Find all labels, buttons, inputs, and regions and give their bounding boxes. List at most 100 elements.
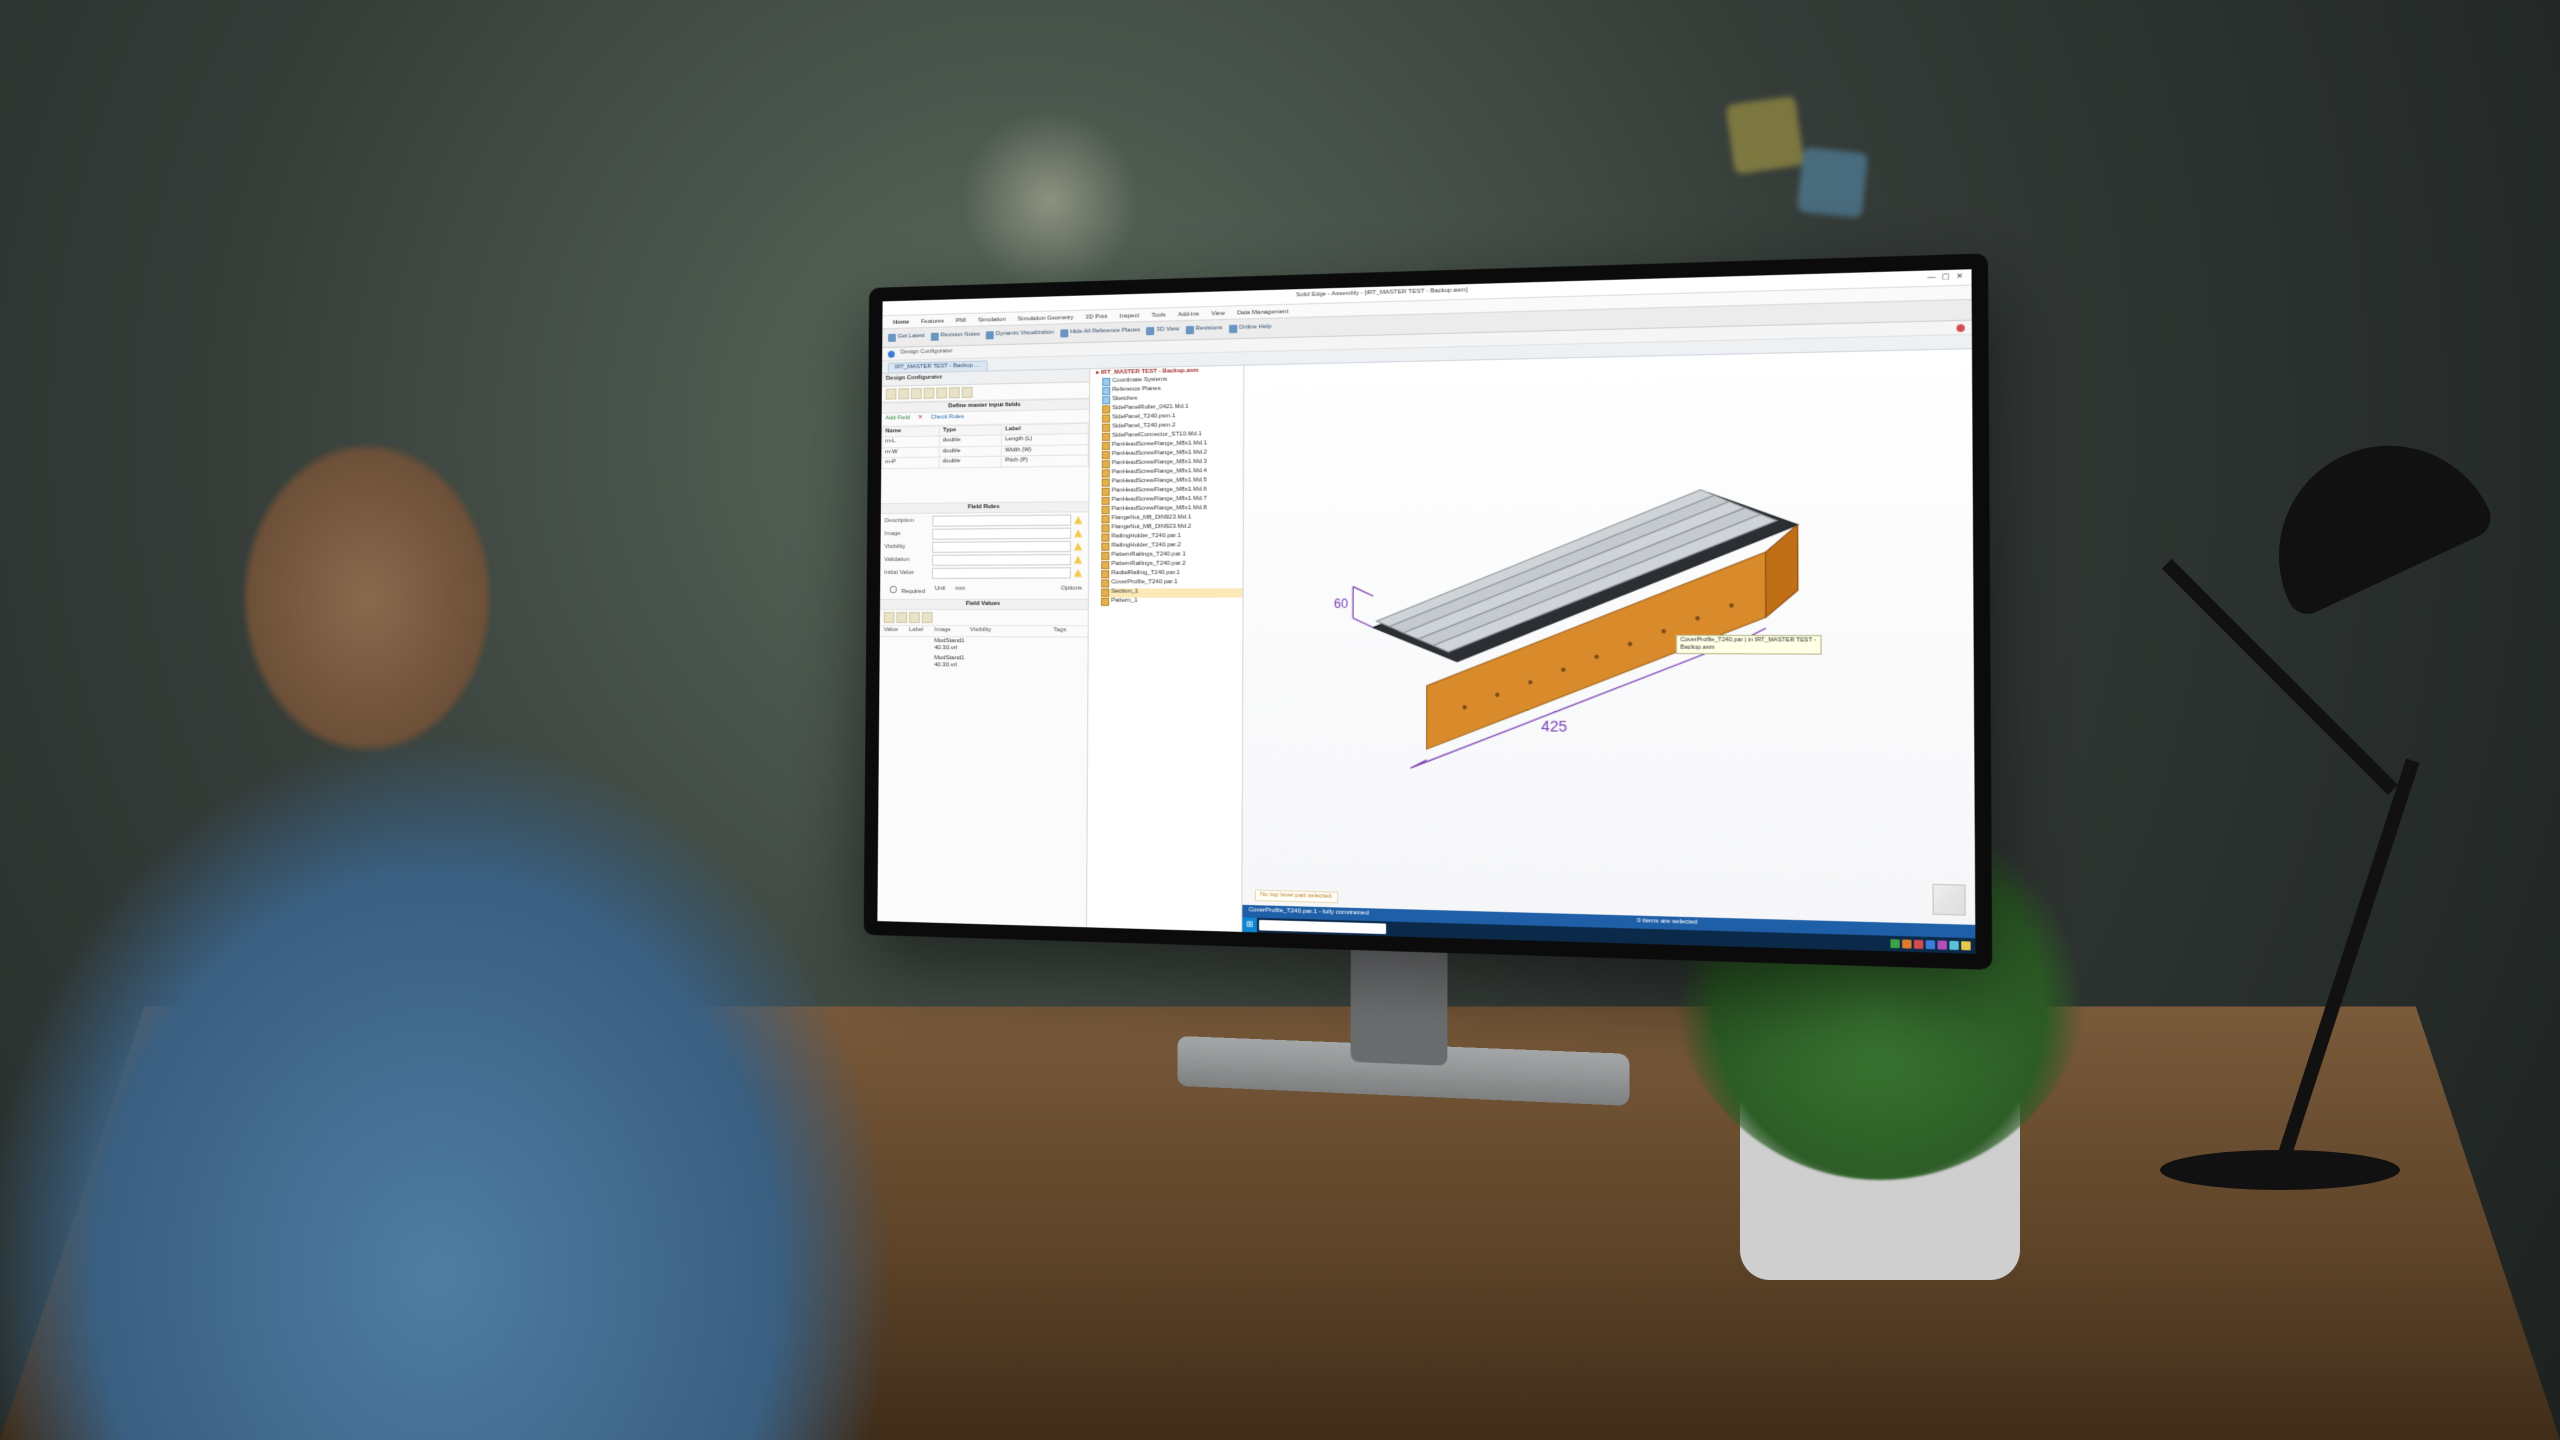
form-label: Visibility (884, 544, 929, 552)
view-cube[interactable] (1932, 884, 1965, 916)
start-button[interactable]: ⊞ (1242, 917, 1257, 932)
design-configurator-panel: Design Configurator Define master input … (877, 369, 1090, 927)
toolbar-button[interactable] (924, 387, 935, 398)
viewport-hint: No top level part selected. (1255, 889, 1339, 903)
warning-icon (1074, 556, 1082, 564)
system-tray[interactable] (1890, 939, 1975, 950)
part-icon (1102, 469, 1110, 477)
toolbar-button[interactable] (949, 387, 960, 398)
toolbar-button[interactable] (936, 387, 947, 398)
ribbon-command[interactable]: Revisions (1185, 325, 1222, 334)
delete-field-button[interactable]: ✕ (918, 415, 923, 423)
form-input[interactable] (932, 528, 1071, 540)
options-label: Options (1061, 586, 1082, 594)
ribbon-command[interactable]: Online Help (1229, 324, 1272, 333)
required-checkbox[interactable] (890, 586, 897, 593)
form-input[interactable] (932, 554, 1071, 566)
toolbar-button[interactable] (896, 612, 907, 623)
part-icon (1102, 414, 1110, 422)
ribbon-tab[interactable]: Inspect (1116, 312, 1142, 322)
tree-part-node[interactable]: Pattern_1 (1101, 597, 1243, 606)
unit-value: mm (955, 586, 965, 594)
toolbar-button[interactable] (884, 612, 895, 623)
tray-icon[interactable] (1961, 941, 1971, 950)
command-icon (1185, 326, 1193, 334)
hover-tooltip: CoverProfile_T240.par | in IRT_MASTER TE… (1676, 635, 1822, 655)
ribbon-command[interactable]: 3D View (1146, 326, 1179, 335)
ribbon-tab[interactable]: 3D Print (1083, 312, 1111, 322)
command-icon (1146, 327, 1154, 335)
tray-icon[interactable] (1949, 941, 1959, 950)
model-tree-panel[interactable]: ▸ IRT_MASTER TEST - Backup.asmCoordinate… (1087, 366, 1244, 932)
warning-icon (1074, 542, 1082, 550)
warning-icon (1074, 516, 1082, 524)
command-icon (888, 334, 896, 342)
tray-icon[interactable] (1890, 939, 1899, 948)
ribbon-tab[interactable]: Home (890, 318, 912, 328)
taskbar-search[interactable] (1259, 920, 1386, 934)
ribbon-command[interactable]: Revision Notes (931, 332, 980, 341)
part-icon (1102, 460, 1110, 468)
warning-icon (1074, 529, 1082, 537)
3d-viewport[interactable]: 60 425 CoverProfile_T240.par | in IRT_MA… (1242, 349, 1975, 954)
tree-part-node[interactable]: Section_1 (1101, 588, 1243, 597)
toolbar-button[interactable] (962, 386, 973, 397)
ribbon-command[interactable]: Get Latest (888, 333, 925, 342)
form-label: Initial Value (884, 570, 929, 578)
part-icon (1102, 451, 1110, 459)
tray-icon[interactable] (1926, 940, 1935, 949)
dimension-width: 60 (1334, 596, 1349, 611)
check-rules-button[interactable]: Check Rules (931, 414, 964, 422)
values-body: ModStand1 40.30.vrlModStand1 40.30.vrl (879, 636, 1087, 671)
ribbon-tab[interactable]: Tools (1148, 311, 1168, 321)
toolbar-button[interactable] (909, 612, 920, 623)
tree-part-node[interactable]: PatternRailings_T240.par.2 (1101, 560, 1242, 570)
tray-icon[interactable] (1914, 940, 1923, 949)
folder-icon (1102, 378, 1110, 386)
part-icon (1102, 424, 1110, 432)
window-maximize-button[interactable]: ▢ (1939, 273, 1953, 283)
part-icon (1101, 570, 1109, 578)
command-icon (986, 331, 994, 339)
tree-part-node[interactable]: CoverProfile_T240.par.1 (1101, 578, 1242, 588)
toolbar-button[interactable] (922, 612, 933, 623)
window-close-button[interactable]: ✕ (1953, 272, 1967, 282)
values-section-header: Field Values (880, 598, 1088, 610)
part-icon (1101, 552, 1109, 560)
fields-table[interactable]: NameTypeLabelm-LdoubleLength (L)m-Wdoubl… (881, 422, 1089, 468)
values-row[interactable]: ModStand1 40.30.vrl (879, 653, 1087, 671)
ribbon-tab[interactable]: Simulation (975, 315, 1009, 325)
command-icon (1060, 329, 1068, 337)
values-row[interactable]: ModStand1 40.30.vrl (880, 636, 1088, 654)
form-input[interactable] (932, 541, 1071, 553)
toolbar-button[interactable] (911, 387, 922, 398)
folder-icon (1102, 396, 1110, 404)
form-input[interactable] (932, 514, 1071, 526)
tray-icon[interactable] (1902, 939, 1911, 948)
ribbon-tab[interactable]: Simulation Geometry (1015, 313, 1077, 324)
toolbar-button[interactable] (886, 388, 897, 399)
rules-form: DescriptionImageVisibilityValidationInit… (880, 512, 1088, 581)
subbar-label: Design Configurator (901, 349, 953, 358)
ribbon-command[interactable]: Dynamic Visualization (986, 330, 1054, 340)
command-icon (931, 333, 939, 341)
ribbon-tab[interactable]: PMI (953, 316, 969, 326)
ribbon-tab[interactable]: Add-Ins (1175, 310, 1202, 320)
ribbon-tab[interactable]: Features (918, 317, 947, 327)
ribbon-tab[interactable]: View (1208, 309, 1228, 319)
part-icon (1102, 478, 1110, 486)
tree-part-node[interactable]: RadialRailing_T240.par.1 (1101, 569, 1242, 579)
add-field-button[interactable]: Add Field (885, 415, 910, 423)
form-label: Image (884, 531, 929, 539)
window-minimize-button[interactable]: — (1925, 273, 1939, 283)
form-input[interactable] (932, 567, 1071, 579)
values-header: ValueLabelImageVisibilityTags (880, 626, 1088, 637)
tray-icon[interactable] (1937, 940, 1947, 949)
part-icon (1101, 579, 1109, 587)
part-icon (1101, 561, 1109, 569)
ribbon-command[interactable]: Hide All Reference Planes (1060, 327, 1140, 337)
cad-app-window: Solid Edge - Assembly - [IRT_MASTER TEST… (877, 269, 1975, 954)
form-label: Description (885, 517, 930, 525)
toolbar-button[interactable] (898, 388, 909, 399)
ribbon-tab[interactable]: Data Management (1234, 307, 1292, 318)
